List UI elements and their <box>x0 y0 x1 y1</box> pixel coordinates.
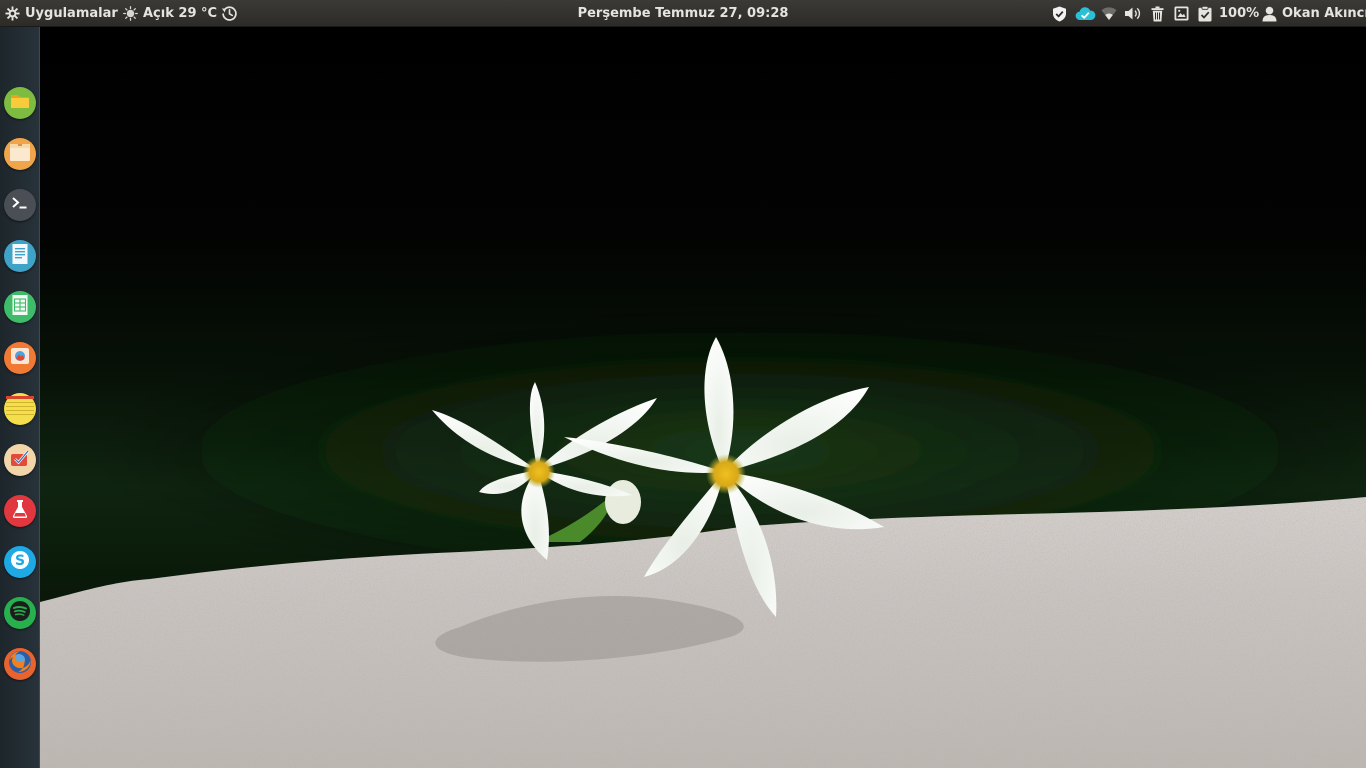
launcher-dock: S <box>0 27 40 768</box>
terminal-icon <box>10 195 30 215</box>
sun-icon <box>123 6 138 21</box>
user-icon <box>1262 6 1277 22</box>
archive-icon <box>9 142 31 166</box>
launcher-flask-app[interactable] <box>4 495 36 527</box>
launcher-todo[interactable] <box>4 444 36 476</box>
clipboard-indicator[interactable] <box>1198 0 1212 27</box>
battery-label: 100% <box>1219 6 1260 21</box>
picture-icon <box>10 347 30 369</box>
svg-text:S: S <box>15 553 25 569</box>
document-icon <box>11 243 29 269</box>
launcher-files[interactable] <box>4 87 36 119</box>
cloud-sync-indicator[interactable] <box>1075 0 1096 27</box>
gear-icon <box>5 6 20 21</box>
screenshot-icon <box>1174 6 1189 21</box>
wifi-icon <box>1101 6 1117 21</box>
applications-label: Uygulamalar <box>25 6 118 21</box>
launcher-archive[interactable] <box>4 138 36 170</box>
flask-icon <box>11 499 29 523</box>
cloud-sync-icon <box>1075 6 1096 22</box>
applications-menu[interactable]: Uygulamalar <box>5 0 118 27</box>
launcher-spreadsheet[interactable] <box>4 291 36 323</box>
history-indicator[interactable] <box>221 0 238 27</box>
checkmark-icon <box>9 448 31 472</box>
launcher-notes[interactable] <box>4 393 36 425</box>
history-clock-icon <box>221 5 238 22</box>
launcher-text-editor[interactable] <box>4 240 36 272</box>
launcher-firefox[interactable] <box>4 648 36 680</box>
user-menu[interactable]: Okan Akıncı <box>1262 0 1366 27</box>
notepad-icon <box>6 396 34 422</box>
volume-icon <box>1124 6 1142 21</box>
shield-icon <box>1052 6 1067 22</box>
skype-icon: S <box>9 549 31 575</box>
firefox-icon <box>7 649 33 679</box>
launcher-terminal[interactable] <box>4 189 36 221</box>
weather-label: Açık 29 °C <box>143 6 218 21</box>
desktop-wallpaper <box>40 27 1366 768</box>
battery-indicator[interactable]: 100% <box>1219 0 1259 27</box>
weather-indicator[interactable]: Açık 29 °C <box>123 0 217 27</box>
launcher-image-viewer[interactable] <box>4 342 36 374</box>
trash-icon <box>1151 6 1164 22</box>
launcher-skype[interactable]: S <box>4 546 36 578</box>
wifi-indicator[interactable] <box>1101 0 1117 27</box>
volume-indicator[interactable] <box>1124 0 1142 27</box>
spotify-icon <box>9 600 31 626</box>
spreadsheet-icon <box>11 294 29 320</box>
user-name: Okan Akıncı <box>1282 6 1366 21</box>
trash-indicator[interactable] <box>1151 0 1164 27</box>
clipboard-icon <box>1198 5 1212 22</box>
screenshot-indicator[interactable] <box>1174 0 1189 27</box>
launcher-spotify[interactable] <box>4 597 36 629</box>
shield-indicator[interactable] <box>1052 0 1067 27</box>
folder-icon <box>10 93 30 113</box>
clock[interactable]: Perşembe Temmuz 27, 09:28 <box>578 6 789 21</box>
top-panel: Uygulamalar Açık 29 °C Perşembe Temmuz 2… <box>0 0 1366 27</box>
